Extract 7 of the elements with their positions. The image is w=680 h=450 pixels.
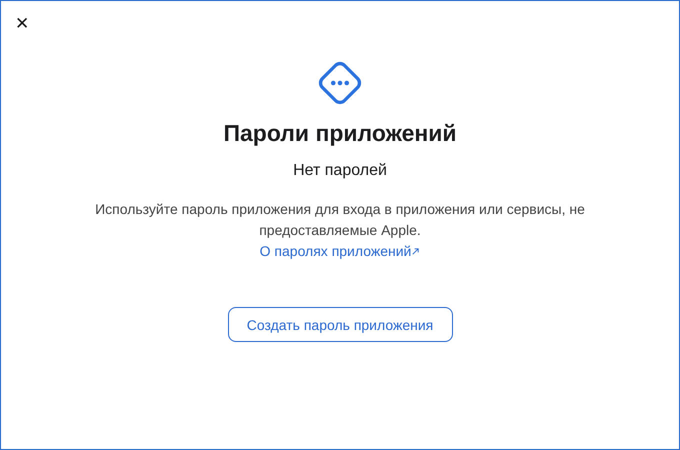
dialog-title: Пароли приложений	[223, 120, 457, 147]
external-link-icon	[411, 246, 420, 256]
close-button[interactable]: ✕	[13, 13, 32, 35]
create-password-button[interactable]: Создать пароль приложения	[228, 307, 452, 342]
about-link[interactable]: О паролях приложений	[260, 241, 420, 261]
empty-state-text: Нет паролей	[293, 162, 387, 180]
description-text: Используйте пароль приложения для входа в приложения или сервисы, не предоставляемые Apple.	[94, 200, 586, 240]
